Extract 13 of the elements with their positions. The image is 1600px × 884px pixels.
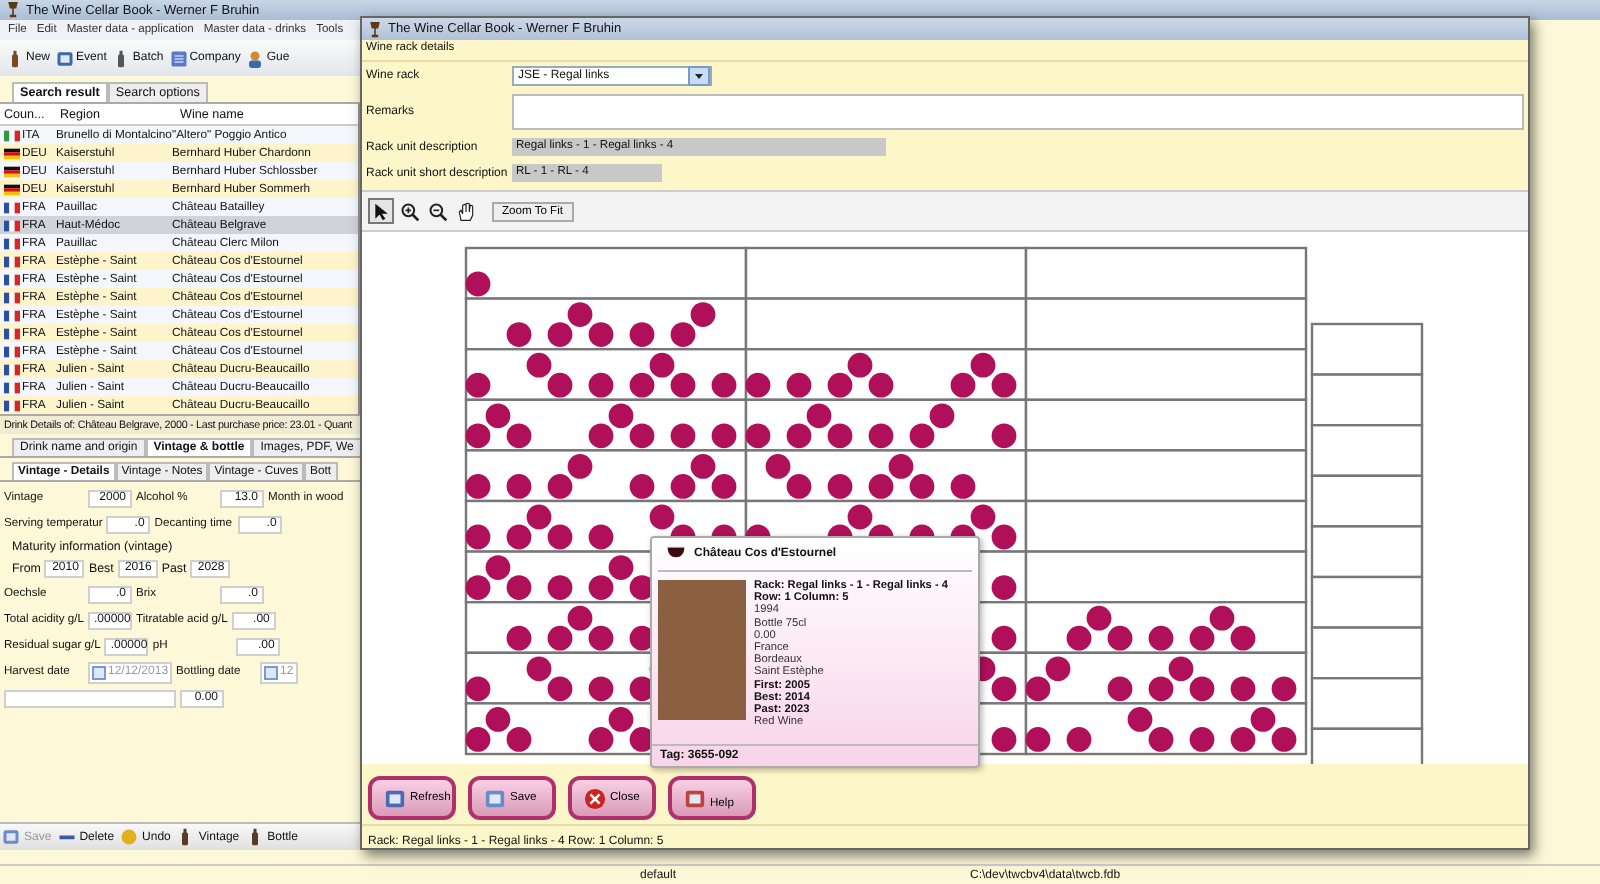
pointer-tool[interactable] <box>368 198 394 224</box>
checkbox[interactable] <box>92 665 106 679</box>
zoom-in-tool[interactable] <box>396 198 422 224</box>
zoom-out-tool[interactable] <box>424 198 450 224</box>
close-icon <box>584 787 606 809</box>
caret-icon <box>688 66 710 86</box>
input-field[interactable] <box>4 689 176 707</box>
guest-icon <box>246 49 265 67</box>
wine-glass-icon <box>6 2 20 18</box>
photo-placeholder <box>658 580 746 720</box>
wine-glass-icon <box>368 21 382 37</box>
remarks-field[interactable] <box>512 94 1524 130</box>
checkbox[interactable] <box>264 665 279 679</box>
